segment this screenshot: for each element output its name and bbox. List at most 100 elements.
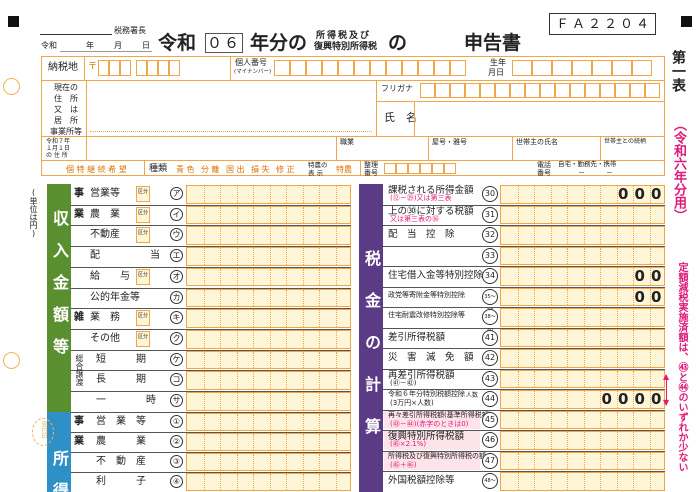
seiri-digit-cell[interactable] xyxy=(432,163,444,174)
furigana-char-cell[interactable] xyxy=(630,83,645,98)
kubun-box[interactable]: 区分 xyxy=(136,310,150,327)
amount-field[interactable] xyxy=(186,205,351,225)
amount-field[interactable] xyxy=(500,410,665,429)
kubun-box[interactable]: 区分 xyxy=(136,227,150,244)
my-number-digit-cell[interactable] xyxy=(306,60,322,76)
seiri-digit-cell[interactable] xyxy=(420,163,432,174)
amount-field[interactable] xyxy=(500,308,665,327)
postal-digit-cell[interactable] xyxy=(136,60,147,76)
amount-field[interactable] xyxy=(186,473,351,491)
jan1-address-input[interactable] xyxy=(90,139,332,157)
amount-field[interactable] xyxy=(500,431,665,450)
my-number-digit-cell[interactable] xyxy=(322,60,338,76)
amount-field[interactable] xyxy=(500,451,665,470)
amount-field[interactable] xyxy=(500,246,665,265)
digit-separator xyxy=(319,414,320,430)
furigana-char-cell[interactable] xyxy=(510,83,525,98)
name-input[interactable] xyxy=(418,104,658,132)
my-number-digit-cell[interactable] xyxy=(274,60,290,76)
amount-field[interactable] xyxy=(186,226,351,246)
furigana-char-cell[interactable] xyxy=(420,83,435,98)
postal-digit-cell[interactable] xyxy=(158,60,169,76)
furigana-char-cell[interactable] xyxy=(555,83,570,98)
postal-digit-cell[interactable] xyxy=(147,60,158,76)
digit-separator xyxy=(633,227,634,244)
furigana-char-cell[interactable] xyxy=(450,83,465,98)
birth-digit-cell[interactable] xyxy=(612,60,632,76)
row-number-badge: 32 xyxy=(482,227,498,243)
amount-field[interactable] xyxy=(186,309,351,328)
furigana-char-cell[interactable] xyxy=(495,83,510,98)
amount-field[interactable] xyxy=(186,413,351,431)
type-option[interactable]: 修 正 xyxy=(276,166,295,174)
digit-separator xyxy=(616,268,618,285)
seiri-digit-cell[interactable] xyxy=(444,163,456,174)
furigana-char-cell[interactable] xyxy=(600,83,615,98)
amount-field[interactable] xyxy=(500,349,665,368)
birth-digit-cell[interactable] xyxy=(532,60,552,76)
kubun-box[interactable]: 区分 xyxy=(136,268,150,285)
my-number-digit-cell[interactable] xyxy=(354,60,370,76)
side-title: 第一表 xyxy=(670,50,686,92)
tokuno-mark[interactable]: 特農 xyxy=(336,166,352,174)
my-number-digit-cell[interactable] xyxy=(450,60,466,76)
kubun-label: 区分 xyxy=(138,189,149,195)
postal-digit-cell[interactable] xyxy=(120,60,131,76)
furigana-char-cell[interactable] xyxy=(435,83,450,98)
type-option[interactable]: 分 離 xyxy=(201,166,220,174)
postal-digit-cell[interactable] xyxy=(109,60,120,76)
amount-field[interactable] xyxy=(186,288,351,308)
row-group-label: 業 xyxy=(74,436,84,447)
birth-digit-cell[interactable] xyxy=(632,60,652,76)
amount-field[interactable] xyxy=(186,247,351,266)
postal-digit-cell[interactable] xyxy=(98,60,109,76)
my-number-digit-cell[interactable] xyxy=(434,60,450,76)
amount-field[interactable] xyxy=(186,433,351,451)
seiri-digit-cell[interactable] xyxy=(408,163,420,174)
amount-field[interactable] xyxy=(500,328,665,347)
furigana-char-cell[interactable] xyxy=(585,83,600,98)
phone-number-field[interactable]: － － xyxy=(578,170,613,177)
amount-field[interactable] xyxy=(500,226,665,245)
furigana-char-cell[interactable] xyxy=(570,83,585,98)
my-number-digit-cell[interactable] xyxy=(402,60,418,76)
furigana-char-cell[interactable] xyxy=(615,83,630,98)
birth-digit-cell[interactable] xyxy=(572,60,592,76)
birth-digit-cell[interactable] xyxy=(552,60,572,76)
kubun-box[interactable]: 区分 xyxy=(136,206,150,223)
amount-field[interactable] xyxy=(186,329,351,349)
furigana-char-cell[interactable] xyxy=(465,83,480,98)
furigana-char-cell[interactable] xyxy=(645,83,660,98)
kubun-box[interactable]: 区分 xyxy=(136,186,150,202)
furigana-char-cell[interactable] xyxy=(480,83,495,98)
amount-field[interactable] xyxy=(500,205,665,224)
amount-field[interactable] xyxy=(500,472,665,491)
birth-digit-cell[interactable] xyxy=(592,60,612,76)
my-number-digit-cell[interactable] xyxy=(290,60,306,76)
seiri-digit-cell[interactable] xyxy=(396,163,408,174)
birth-digit-cell[interactable] xyxy=(512,60,532,76)
my-number-digit-cell[interactable] xyxy=(338,60,354,76)
amount-field[interactable] xyxy=(186,350,351,370)
seiri-digit-cell[interactable] xyxy=(384,163,396,174)
row-number-badge: サ xyxy=(170,394,183,407)
my-number-digit-cell[interactable] xyxy=(386,60,402,76)
furigana-char-cell[interactable] xyxy=(525,83,540,98)
amount-field[interactable] xyxy=(186,267,351,287)
type-option[interactable]: 青 色 xyxy=(176,166,195,174)
kubun-box[interactable]: 区分 xyxy=(136,330,150,347)
type-option[interactable]: 損 失 xyxy=(251,166,270,174)
my-number-digit-cell[interactable] xyxy=(370,60,386,76)
digit-separator xyxy=(583,473,585,490)
amount-field[interactable] xyxy=(186,453,351,471)
furigana-char-cell[interactable] xyxy=(540,83,555,98)
amount-field[interactable] xyxy=(186,392,351,411)
digit-separator xyxy=(567,206,568,223)
postal-digit-cell[interactable] xyxy=(169,60,180,76)
amount-field[interactable] xyxy=(186,371,351,390)
amount-field[interactable] xyxy=(186,185,351,204)
type-option[interactable]: 国 出 xyxy=(226,166,245,174)
current-address-input[interactable] xyxy=(90,84,372,132)
amount-field[interactable] xyxy=(500,369,665,388)
my-number-digit-cell[interactable] xyxy=(418,60,434,76)
